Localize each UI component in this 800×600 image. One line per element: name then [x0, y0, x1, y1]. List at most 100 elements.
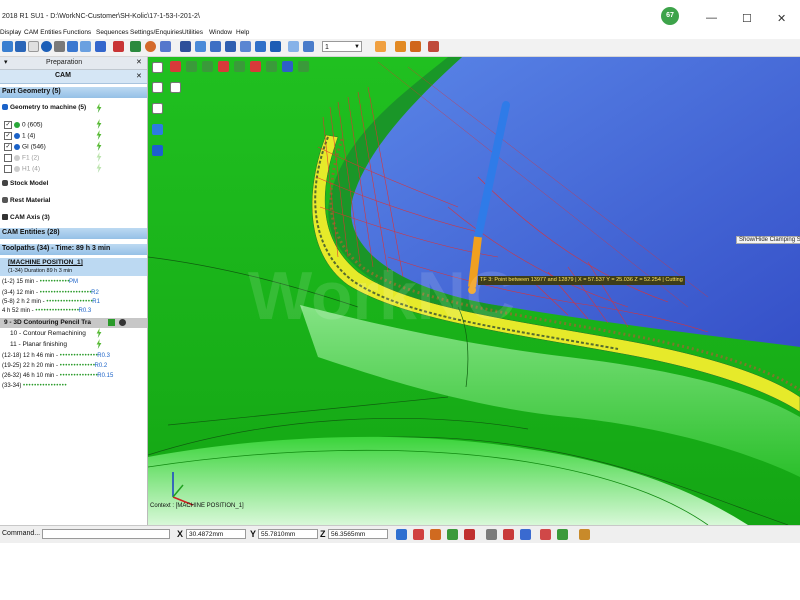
pick-icon[interactable] [540, 529, 551, 540]
table-icon[interactable] [80, 41, 91, 52]
zoom-icon[interactable] [195, 41, 206, 52]
viewport-combo[interactable]: 1 ▼ [322, 41, 362, 52]
menu-sequences[interactable]: Sequences [96, 29, 129, 36]
menu-display[interactable]: Display [0, 29, 21, 36]
checkbox[interactable] [4, 165, 12, 173]
view-down-icon[interactable] [282, 61, 293, 72]
wire-icon[interactable] [160, 41, 171, 52]
geometry-item[interactable]: ✓ 0 (605) [4, 121, 43, 129]
robot-icon[interactable] [395, 41, 406, 52]
menu-icon[interactable] [152, 62, 163, 73]
toolpath-row[interactable]: 4 h 52 min - • • • • • • • • • • • • • •… [2, 308, 91, 314]
toolpath-row[interactable]: (19-25) 22 h 20 min - • • • • • • • • • … [2, 363, 107, 369]
toolpath-sub-item[interactable]: 10 - Contour Remachining [10, 330, 86, 337]
view-icon[interactable] [95, 41, 106, 52]
view-cube-icon[interactable] [250, 61, 261, 72]
top-view-icon[interactable] [270, 41, 281, 52]
section-part-geometry[interactable]: Part Geometry (5) [0, 87, 147, 98]
circle-icon[interactable] [447, 529, 458, 540]
toolpath-row[interactable]: (3-4) 12 min - • • • • • • • • • • • • •… [2, 290, 99, 296]
update-badge[interactable]: 67 [661, 7, 679, 25]
toolpath-sub-item[interactable]: 11 - Planar finishing [10, 341, 67, 348]
checkbox[interactable] [4, 154, 12, 162]
pin-icon[interactable]: ▾ [4, 58, 8, 66]
view-cube-icon[interactable] [298, 61, 309, 72]
cross-icon[interactable] [464, 529, 475, 540]
geometry-item[interactable]: ✓ GI (546) [4, 143, 46, 151]
view-cube-icon[interactable] [186, 61, 197, 72]
toolpath-row[interactable]: (26-32) 46 h 10 min - • • • • • • • • • … [2, 373, 113, 379]
point-icon[interactable] [413, 529, 424, 540]
menu-cam-entities[interactable]: CAM Entities [24, 29, 62, 36]
axis-icon[interactable] [113, 41, 124, 52]
view-cube-icon[interactable] [170, 61, 181, 72]
selected-toolpath[interactable]: 9 - 3D Contouring Pencil Tra [0, 318, 147, 328]
menu-functions[interactable]: Functions [63, 29, 91, 36]
checkbox[interactable]: ✓ [4, 121, 12, 129]
plane-icon[interactable] [503, 529, 514, 540]
wireframe-cube-icon[interactable] [152, 82, 163, 93]
check-icon[interactable] [557, 529, 568, 540]
measure-icon[interactable] [180, 41, 191, 52]
axes-icon[interactable] [170, 82, 181, 93]
menu-window[interactable]: Window [209, 29, 232, 36]
section-cam-entities[interactable]: CAM Entities (28) [0, 228, 147, 239]
shade-icon[interactable] [130, 41, 141, 52]
layers-icon[interactable] [67, 41, 78, 52]
rotate-icon[interactable] [225, 41, 236, 52]
line-icon[interactable] [430, 529, 441, 540]
minimize-icon[interactable]: — [706, 12, 717, 24]
geometry-item[interactable]: F1 (2) [4, 154, 39, 162]
geometry-item[interactable]: ✓ 1 (4) [4, 132, 35, 140]
tool-icon[interactable] [375, 41, 386, 52]
view-cube-icon[interactable] [266, 61, 277, 72]
menu-help[interactable]: Help [236, 29, 249, 36]
filter-icon[interactable] [486, 529, 497, 540]
view-cube-icon[interactable] [234, 61, 245, 72]
geometry-to-machine[interactable]: Geometry to machine (5) [2, 104, 86, 111]
cam-axis[interactable]: CAM Axis (3) [2, 214, 50, 221]
shaded-cube-icon[interactable] [152, 124, 163, 135]
stock-model[interactable]: Stock Model [2, 180, 48, 187]
viewport-scene[interactable]: WorkNC [148, 57, 800, 525]
y-field[interactable]: 55.7810mm [258, 529, 318, 539]
maximize-icon[interactable]: ☐ [742, 12, 752, 25]
view-cube-icon[interactable] [202, 61, 213, 72]
section-toolpaths[interactable]: Toolpaths (34) - Time: 89 h 3 min [0, 244, 147, 255]
x-field[interactable]: 30.4872mm [186, 529, 246, 539]
toolpath-row[interactable]: (12-18) 12 h 46 min - • • • • • • • • • … [2, 353, 110, 359]
tab-cam[interactable]: CAM ✕ [0, 70, 147, 84]
machine-position-item[interactable]: [MACHINE POSITION_1] (1-34) Duration 89 … [0, 258, 147, 276]
close-icon[interactable]: ✕ [777, 12, 786, 25]
grid-icon[interactable] [28, 41, 39, 52]
solid-cube-icon[interactable] [152, 145, 163, 156]
toolpath-row[interactable]: (1-2) 15 min - • • • • • • • • • • •PM [2, 279, 78, 285]
toolpath-row[interactable]: (33-34) • • • • • • • • • • • • • • • • [2, 383, 67, 389]
pan-icon[interactable] [210, 41, 221, 52]
command-input[interactable] [42, 529, 170, 539]
checkbox[interactable]: ✓ [4, 132, 12, 140]
open-icon[interactable] [2, 41, 13, 52]
menu-settings-enquiries[interactable]: Settings/Enquiries [130, 29, 182, 36]
checkbox[interactable]: ✓ [4, 143, 12, 151]
select-icon[interactable] [54, 41, 65, 52]
fit-icon[interactable] [240, 41, 251, 52]
simulate-icon[interactable] [410, 41, 421, 52]
section-icon[interactable] [303, 41, 314, 52]
panel-close-icon[interactable]: ✕ [136, 58, 142, 66]
rest-material[interactable]: Rest Material [2, 197, 50, 204]
folder-icon[interactable] [579, 529, 590, 540]
grid-snap-icon[interactable] [520, 529, 531, 540]
3d-viewport[interactable]: WorkNC [148, 57, 800, 525]
z-field[interactable]: 56.3565mm [328, 529, 388, 539]
menu-utilities[interactable]: Utilities [182, 29, 203, 36]
toolpath-row[interactable]: (5-8) 2 h 2 min - • • • • • • • • • • • … [2, 299, 100, 305]
snap-icon[interactable] [396, 529, 407, 540]
tab-close-icon[interactable]: ✕ [136, 72, 142, 80]
sphere-icon[interactable] [145, 41, 156, 52]
view-cube-icon[interactable] [218, 61, 229, 72]
iso-view-icon[interactable] [288, 41, 299, 52]
geometry-item[interactable]: H1 (4) [4, 165, 40, 173]
save-icon[interactable] [15, 41, 26, 52]
stop-icon[interactable] [428, 41, 439, 52]
